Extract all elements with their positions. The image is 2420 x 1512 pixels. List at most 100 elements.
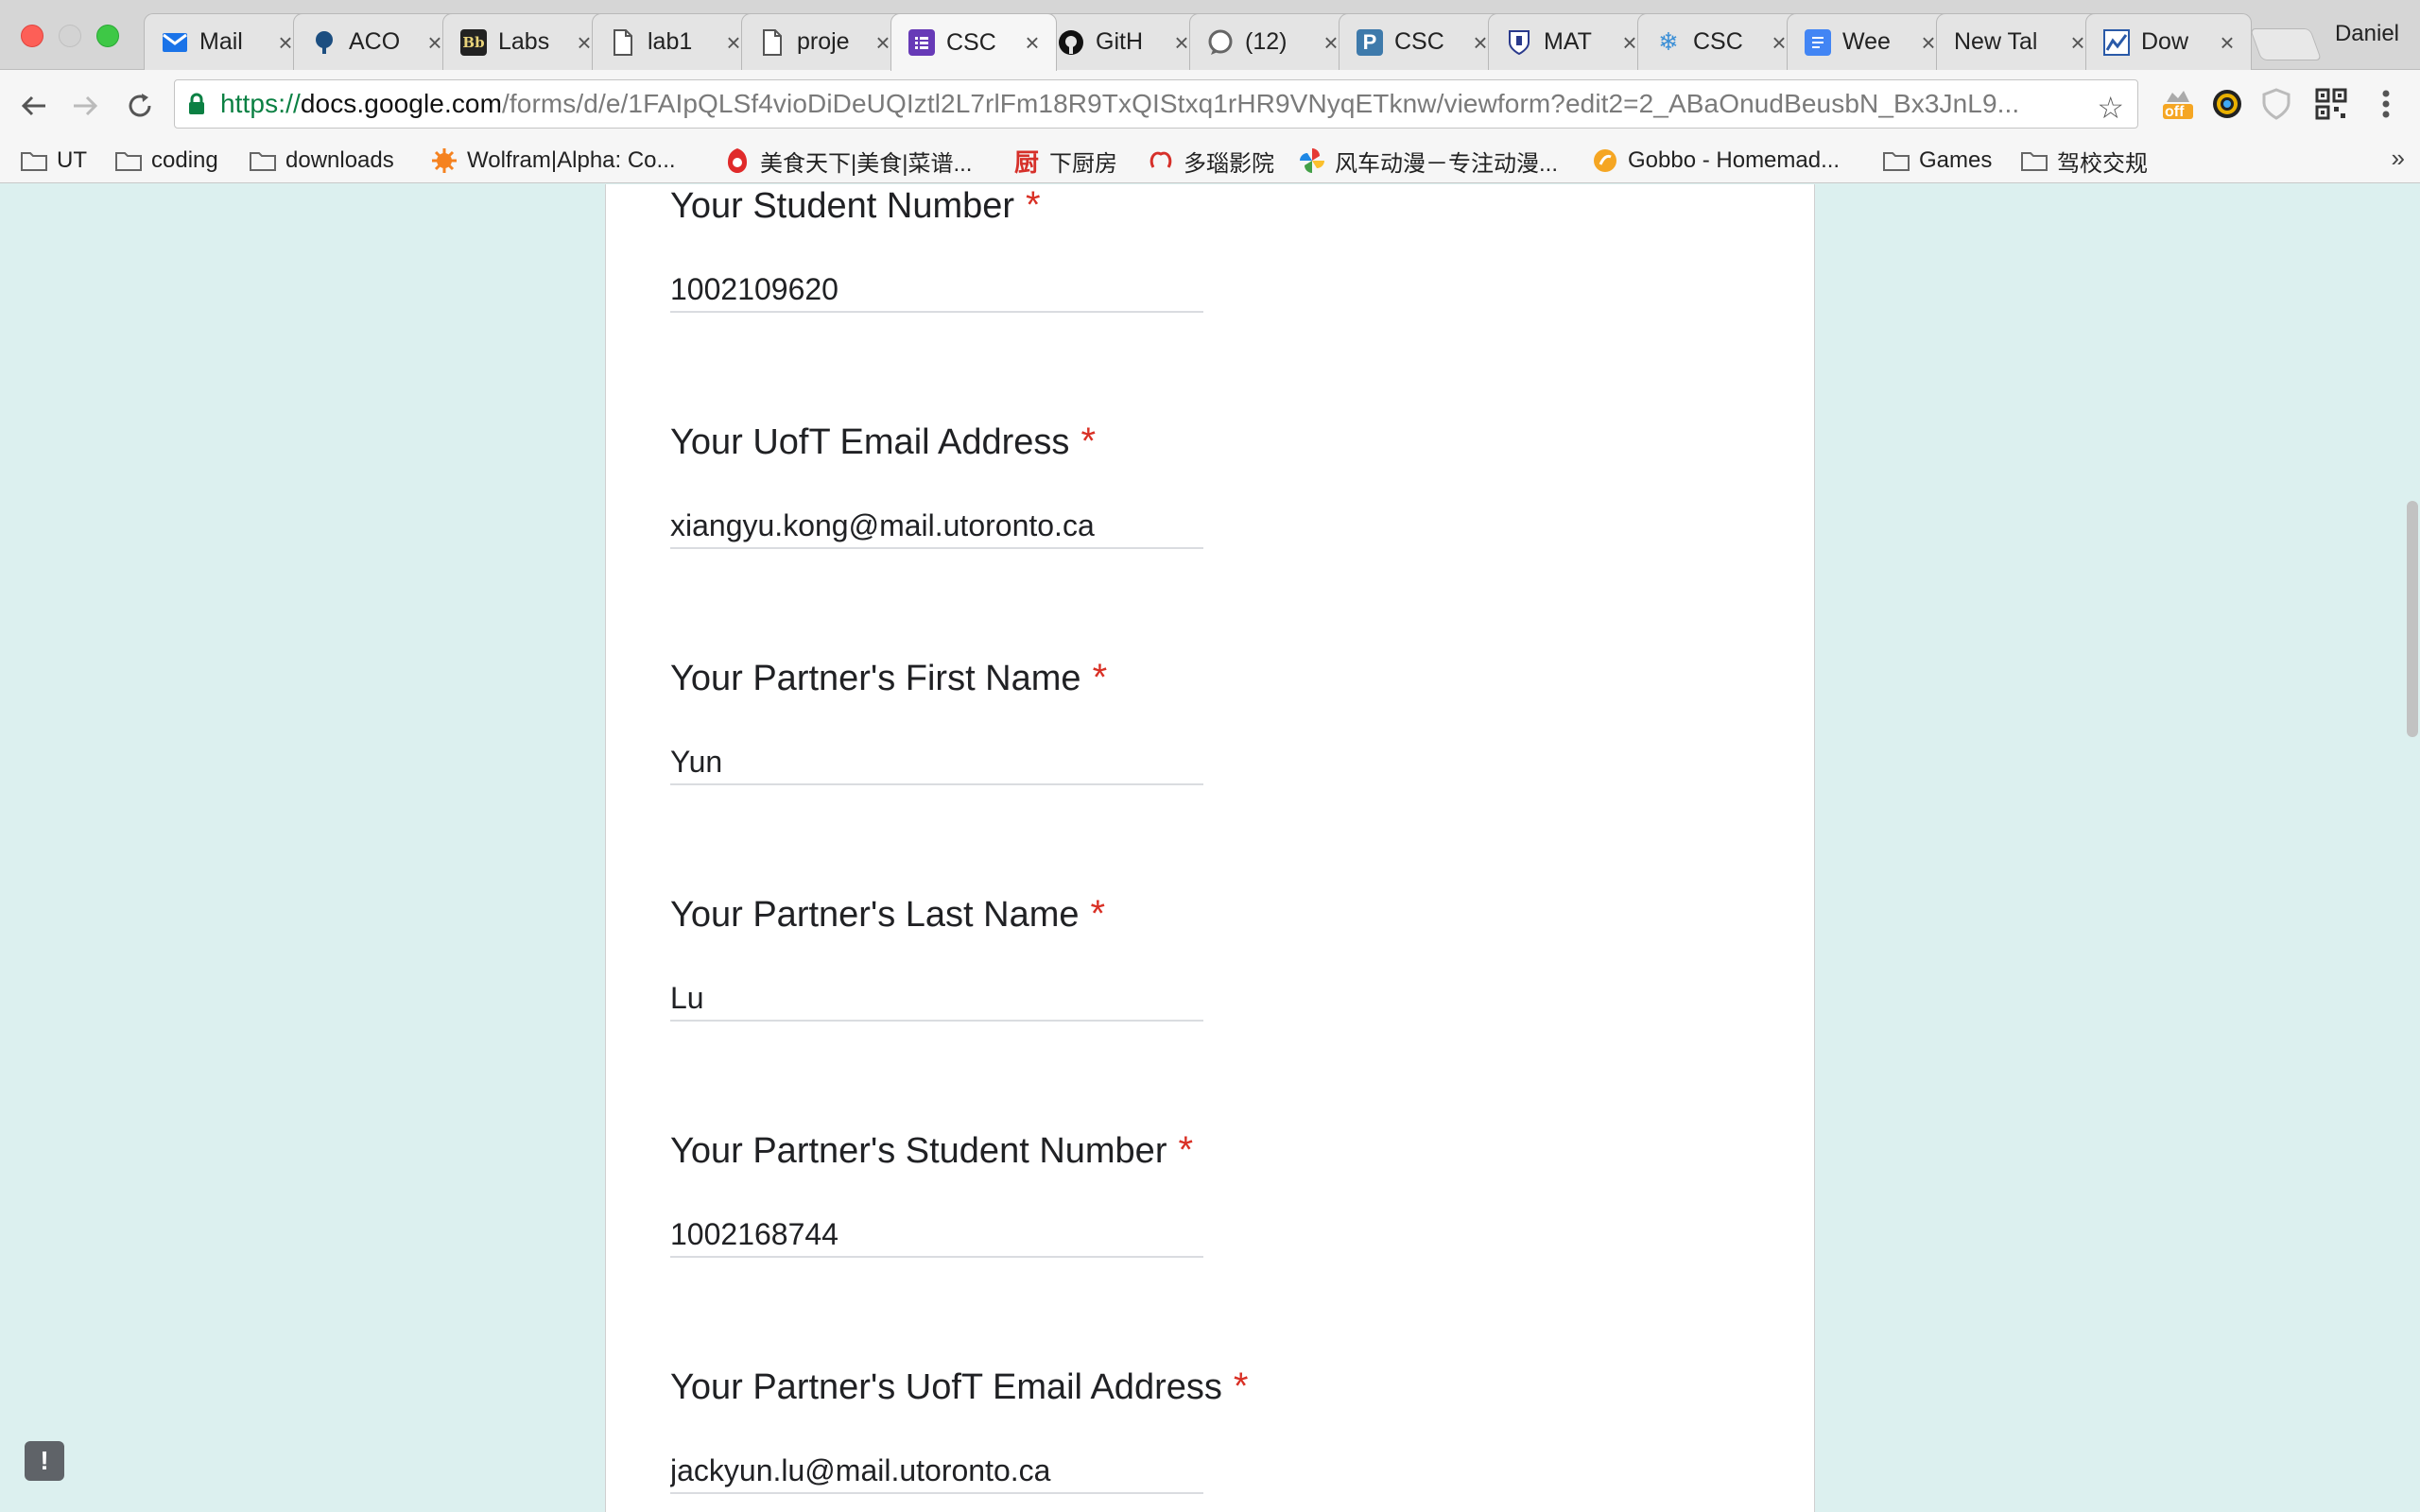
tab-title: MAT [1544,28,1592,55]
tab-chat[interactable]: (12) × [1189,13,1356,70]
forward-button[interactable] [66,87,104,125]
piazza-icon: P [1357,28,1383,56]
bookmark-label: coding [151,147,218,173]
bookmark-ut[interactable]: UT [21,144,87,178]
url-host: docs.google.com [300,89,503,118]
tab-title: Wee [1842,28,1891,55]
new-tab-button[interactable] [2249,28,2323,60]
url-path: /forms/d/e/1FAIpQLSf4vioDiDeUQIztl2L7rlF… [502,89,2020,118]
question-student-number: Your Student Number * [670,184,1203,313]
tab-github[interactable]: GitH × [1040,13,1206,70]
profile-name[interactable]: Daniel [2335,21,2399,47]
student-number-input[interactable] [670,264,1203,313]
question-text: Your Student Number [670,186,1015,226]
shield-icon [2262,88,2290,120]
tab-close-icon[interactable]: × [2217,30,2238,55]
tab-title: proje [797,28,850,55]
tab-title: lab1 [648,28,693,55]
tab-title: Mail [199,28,243,55]
tab-lab1[interactable]: lab1 × [592,13,758,70]
duonao-icon [1148,149,1174,172]
tab-week[interactable]: Wee × [1787,13,1953,70]
maximize-window-button[interactable] [96,25,119,47]
tab-strip: Mail × ACO × Bb Labs × lab1 × proje × CS… [0,0,2420,71]
back-button[interactable] [15,87,53,125]
page-scrollbar-thumb[interactable] [2407,501,2418,737]
google-forms-icon [908,29,935,56]
question-label: Your Partner's Student Number * [670,1129,1193,1172]
more-bookmarks-button[interactable]: » [2392,144,2405,173]
partner-first-name-input[interactable] [670,736,1203,785]
tab-title: (12) [1245,28,1288,55]
snowflake-icon: ❄ [1658,27,1679,56]
chart-icon [2103,28,2130,56]
partner-email-input[interactable] [670,1445,1203,1494]
bookmark-label: 下厨房 [1049,150,1117,177]
bookmark-meishi[interactable]: 美食天下|美食|菜谱... [724,144,972,178]
partner-student-number-input[interactable] [670,1209,1203,1258]
reload-button[interactable] [121,87,159,125]
tab-csc-2[interactable]: ❄ CSC × [1637,13,1804,70]
folder-icon [115,149,142,172]
tab-mail[interactable]: Mail × [144,13,310,70]
question-email: Your UofT Email Address * [670,421,1203,549]
tab-new-tab[interactable]: New Tal × [1936,13,2102,70]
blackboard-icon: Bb [460,28,487,56]
bookmark-wolfram[interactable]: Wolfram|Alpha: Co... [431,144,676,178]
tab-piazza[interactable]: P CSC × [1339,13,1505,70]
extension-off-button[interactable]: off [2159,85,2197,123]
bookmark-coding[interactable]: coding [115,144,218,178]
folder-icon [1883,149,1910,172]
bookmark-fengche[interactable]: 风车动漫－专注动漫... [1299,144,1558,178]
bookmark-games[interactable]: Games [1883,144,1992,178]
tab-mat[interactable]: MAT × [1488,13,1654,70]
bookmark-duonao[interactable]: 多瑙影院 [1148,144,1274,178]
bookmark-gobbo[interactable]: Gobbo - Homemad... [1592,144,1840,178]
tab-download[interactable]: Dow × [2085,13,2252,70]
back-arrow-icon [21,95,45,116]
bookmark-xiachufang[interactable]: 厨 下厨房 [1013,144,1117,178]
bookmark-downloads[interactable]: downloads [250,144,394,178]
bookmark-label: Games [1919,147,1993,173]
color-extension-button[interactable] [2208,85,2246,123]
tab-project[interactable]: proje × [741,13,908,70]
bookmark-label: 风车动漫－专注动漫... [1335,150,1559,177]
pinwheel-icon [1299,148,1325,173]
required-asterisk: * [1026,184,1041,226]
tab-title: Labs [498,28,550,55]
question-text: Your Partner's First Name [670,659,1081,698]
tab-csc-forms-active[interactable]: CSC × [890,13,1057,71]
bookmark-star-icon[interactable]: ☆ [2097,90,2124,126]
tab-title: New Tal [1954,28,2038,55]
camera-lens-icon [2213,90,2241,118]
shield-extension-button[interactable] [2257,85,2295,123]
vertical-dots-icon [2382,90,2390,118]
crest-icon [1506,29,1532,56]
bookmarks-bar: UT coding downloads Wolfram|Alpha: Co...… [0,138,2420,183]
close-window-button[interactable] [21,25,43,47]
qr-code-button[interactable] [2312,85,2350,123]
folder-icon [250,149,276,172]
google-docs-icon [1805,28,1831,56]
tab-close-icon[interactable]: × [1022,30,1043,55]
tree-icon [311,29,337,56]
bookmark-label: Gobbo - Homemad... [1628,147,1841,173]
tab-aco[interactable]: ACO × [293,13,459,70]
feedback-icon: ! [40,1446,49,1475]
feedback-button[interactable]: ! [25,1441,64,1481]
partner-last-name-input[interactable] [670,972,1203,1022]
extension-badge: off [2165,104,2185,120]
question-label: Your Partner's First Name * [670,657,1107,699]
tab-title: CSC [1394,28,1444,55]
bookmark-label: Wolfram|Alpha: Co... [467,147,676,173]
document-icon [610,28,636,56]
question-label: Your Partner's UofT Email Address * [670,1366,1248,1408]
bookmark-jiaxiao[interactable]: 驾校交规 [2021,144,2148,178]
tab-labs[interactable]: Bb Labs × [442,13,609,70]
email-input[interactable] [670,500,1203,549]
minimize-window-button[interactable] [59,25,81,47]
folder-icon [21,149,47,172]
address-bar[interactable]: https://docs.google.com/forms/d/e/1FAIpQ… [174,79,2138,129]
chrome-menu-button[interactable] [2367,85,2405,123]
chat-icon [1207,29,1234,56]
